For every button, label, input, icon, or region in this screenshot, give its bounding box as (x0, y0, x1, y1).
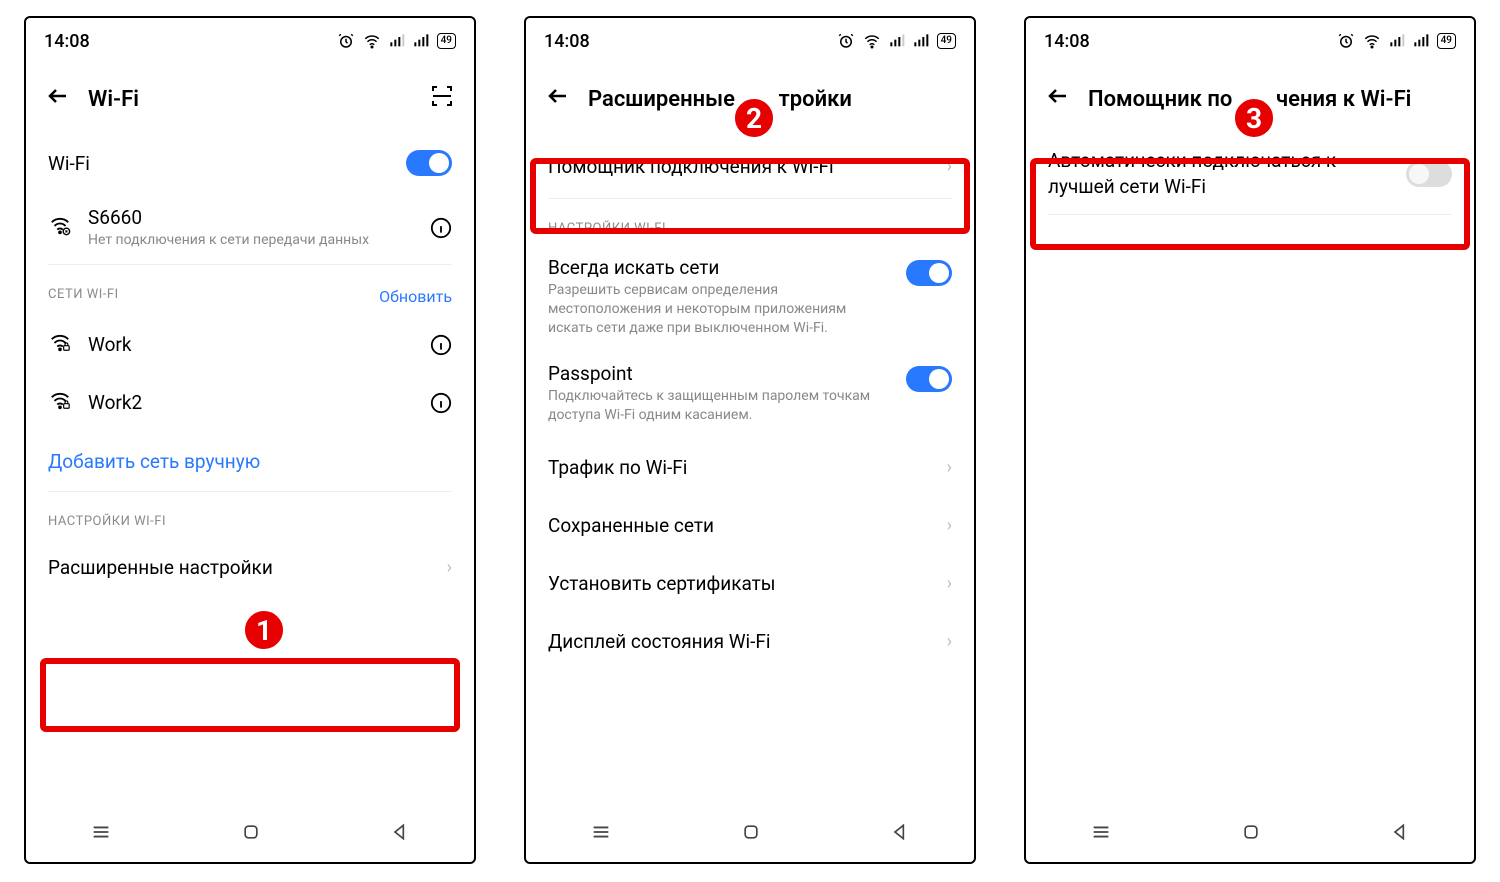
page-title: Расширенные тройки (588, 87, 852, 112)
advanced-settings-row[interactable]: Расширенные настройки › (26, 539, 474, 597)
auto-best-network-row[interactable]: Автоматически подключаться к лучшей сети… (1026, 134, 1474, 214)
battery-badge: 49 (937, 33, 956, 49)
networks-section: СЕТИ WI-FI Обновить (26, 265, 474, 316)
wifi-lock-icon (48, 331, 72, 358)
android-navbar (1026, 802, 1474, 862)
always-scan-row[interactable]: Всегда искать сети Разрешить сервисам оп… (526, 246, 974, 352)
passpoint-row[interactable]: Passpoint Подключайтесь к защищенным пар… (526, 352, 974, 439)
passpoint-sub: Подключайтесь к защищенным паролем точка… (548, 387, 880, 425)
nav-home-icon[interactable] (741, 822, 761, 842)
signal-icon-2 (1413, 33, 1429, 49)
network-name: Work (88, 333, 414, 356)
info-icon[interactable] (430, 217, 452, 239)
always-scan-sub: Разрешить сервисам определения местополо… (548, 281, 880, 338)
status-bar: 14:08 49 (526, 18, 974, 64)
alarm-icon (337, 32, 355, 50)
annotation-step-1: 1 (240, 606, 288, 654)
chevron-right-icon: › (947, 457, 952, 478)
chevron-right-icon: › (947, 631, 952, 652)
saved-networks-label: Сохраненные сети (548, 514, 931, 537)
info-icon[interactable] (430, 392, 452, 414)
screen-1: 14:08 49 Wi-Fi Wi-Fi (24, 16, 476, 864)
signal-icon (1389, 33, 1405, 49)
network-row-work[interactable]: Work (26, 316, 474, 374)
wifi-assistant-row[interactable]: Помощник подключения к Wi-Fi › (526, 134, 974, 198)
wifi-settings-section: НАСТРОЙКИ WI-FI (526, 199, 974, 246)
chevron-right-icon: › (947, 515, 952, 536)
annotation-step-3: 3 (1230, 94, 1278, 142)
wifi-display-label: Дисплей состояния Wi-Fi (548, 630, 931, 653)
qr-scan-icon[interactable] (430, 84, 454, 114)
network-name: Work2 (88, 391, 414, 414)
nav-back-icon[interactable] (390, 822, 410, 842)
networks-header: СЕТИ WI-FI (48, 287, 119, 306)
alarm-icon (837, 32, 855, 50)
status-time: 14:08 (544, 31, 590, 52)
auto-best-toggle[interactable] (1406, 161, 1452, 187)
annotation-step-2: 2 (730, 94, 778, 142)
screen-2: 14:08 49 Расширенные тройки Помощник под… (524, 16, 976, 864)
page-title: Wi-Fi (88, 87, 139, 112)
signal-icon-2 (913, 33, 929, 49)
wifi-traffic-label: Трафик по Wi-Fi (548, 456, 931, 479)
nav-home-icon[interactable] (241, 822, 261, 842)
install-certs-label: Установить сертификаты (548, 572, 931, 595)
nav-back-icon[interactable] (890, 822, 910, 842)
always-scan-toggle[interactable] (906, 260, 952, 286)
wifi-icon (1363, 32, 1381, 50)
connected-sub: Нет подключения к сети передачи данных (88, 231, 414, 250)
nav-back-icon[interactable] (1390, 822, 1410, 842)
android-navbar (26, 802, 474, 862)
nav-home-icon[interactable] (1241, 822, 1261, 842)
auto-best-label: Автоматически подключаться к лучшей сети… (1048, 148, 1390, 199)
wifi-toggle[interactable] (406, 150, 452, 176)
wifi-settings-section: НАСТРОЙКИ WI-FI (26, 492, 474, 539)
nav-recent-icon[interactable] (90, 821, 112, 843)
refresh-link[interactable]: Обновить (379, 287, 452, 306)
connected-name: S6660 (88, 206, 414, 229)
signal-icon-2 (413, 33, 429, 49)
chevron-right-icon: › (947, 573, 952, 594)
chevron-right-icon: › (447, 557, 452, 578)
wifi-icon (363, 32, 381, 50)
chevron-right-icon: › (947, 156, 952, 177)
status-time: 14:08 (1044, 31, 1090, 52)
passpoint-toggle[interactable] (906, 366, 952, 392)
wifi-toggle-label: Wi-Fi (48, 152, 90, 175)
status-time: 14:08 (44, 31, 90, 52)
wifi-assistant-label: Помощник подключения к Wi-Fi (548, 155, 931, 178)
wifi-toggle-row[interactable]: Wi-Fi (26, 134, 474, 192)
network-row-work2[interactable]: Work2 (26, 374, 474, 432)
battery-badge: 49 (437, 33, 456, 49)
wifi-settings-header: НАСТРОЙКИ WI-FI (548, 221, 666, 236)
signal-icon (389, 33, 405, 49)
wifi-signal-icon (48, 214, 72, 241)
nav-recent-icon[interactable] (590, 821, 612, 843)
back-icon[interactable] (46, 84, 70, 114)
install-certs-row[interactable]: Установить сертификаты › (526, 554, 974, 612)
alarm-icon (1337, 32, 1355, 50)
status-bar: 14:08 49 (26, 18, 474, 64)
screen-3: 14:08 49 Помощник по чения к Wi-Fi Автом… (1024, 16, 1476, 864)
back-icon[interactable] (1046, 84, 1070, 114)
advanced-label: Расширенные настройки (48, 556, 431, 579)
signal-icon (889, 33, 905, 49)
saved-networks-row[interactable]: Сохраненные сети › (526, 496, 974, 554)
wifi-display-row[interactable]: Дисплей состояния Wi-Fi › (526, 612, 974, 670)
android-navbar (526, 802, 974, 862)
wifi-lock-icon (48, 389, 72, 416)
wifi-settings-header: НАСТРОЙКИ WI-FI (48, 514, 166, 529)
add-network-link[interactable]: Добавить сеть вручную (26, 432, 474, 491)
battery-badge: 49 (1437, 33, 1456, 49)
wifi-traffic-row[interactable]: Трафик по Wi-Fi › (526, 438, 974, 496)
passpoint-label: Passpoint (548, 362, 880, 385)
back-icon[interactable] (546, 84, 570, 114)
connected-network-row[interactable]: S6660 Нет подключения к сети передачи да… (26, 192, 474, 264)
title-bar: Wi-Fi (26, 64, 474, 134)
wifi-icon (863, 32, 881, 50)
nav-recent-icon[interactable] (1090, 821, 1112, 843)
always-scan-label: Всегда искать сети (548, 256, 880, 279)
info-icon[interactable] (430, 334, 452, 356)
status-bar: 14:08 49 (1026, 18, 1474, 64)
